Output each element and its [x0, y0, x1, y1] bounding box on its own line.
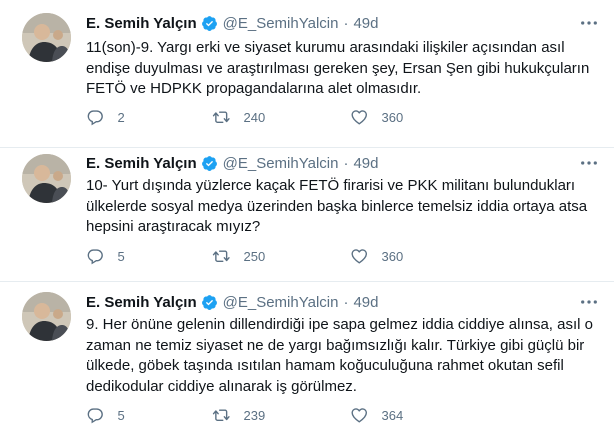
timestamp[interactable]: 49d	[353, 155, 378, 172]
tweet-text-line: 10- Yurt dışında yüzlerce kaçak FETÖ fir…	[86, 177, 576, 194]
like-button[interactable]: 360	[350, 107, 403, 127]
reply-count: 5	[117, 407, 125, 423]
retweet-icon	[212, 409, 230, 421]
reply-button[interactable]: 2	[86, 107, 125, 127]
like-heart-icon	[351, 109, 368, 125]
retweet-button[interactable]: 250	[212, 246, 265, 266]
tweet-text-line: endişe duyulması ve araştırılması gereke…	[86, 59, 590, 77]
author-handle[interactable]: @E_SemihYalcin	[223, 294, 339, 311]
author-name[interactable]: E. Semih Yalçın	[86, 294, 197, 311]
retweet-icon	[212, 250, 230, 262]
like-button[interactable]: 360	[350, 246, 403, 266]
tweet-actions: 5 250 360	[86, 246, 446, 266]
reply-icon	[87, 110, 103, 126]
avatar[interactable]	[22, 292, 71, 341]
timestamp[interactable]: 49d	[353, 15, 378, 32]
like-count: 364	[381, 407, 404, 423]
author-name[interactable]: E. Semih Yalçın	[86, 15, 197, 32]
tweet[interactable]: E. Semih Yalçın @E_SemihYalcin · 49d 9. …	[0, 282, 614, 448]
tweet-text-line: 11(son)-9. Yargı erki ve siyaset kurumu …	[86, 39, 565, 56]
avatar[interactable]	[22, 154, 71, 203]
author-name[interactable]: E. Semih Yalçın	[86, 155, 197, 172]
author-handle[interactable]: @E_SemihYalcin	[223, 15, 339, 32]
separator-dot: ·	[343, 293, 349, 311]
avatar[interactable]	[22, 13, 71, 62]
reply-icon	[87, 408, 103, 424]
retweet-count: 240	[243, 109, 266, 125]
tweet-header: E. Semih Yalçın @E_SemihYalcin · 49d	[86, 153, 379, 173]
retweet-count: 250	[243, 248, 266, 264]
like-heart-icon	[351, 248, 368, 264]
tweet-text-line: FETÖ ve HDPKK propagandalarına alet olma…	[86, 80, 422, 97]
more-horizontal-icon[interactable]	[578, 153, 600, 173]
tweet-header: E. Semih Yalçın @E_SemihYalcin · 49d	[86, 13, 379, 33]
tweet-text-line: zaman ne temiz siyaset ne de yargı bağım…	[86, 336, 585, 354]
more-horizontal-icon[interactable]	[578, 292, 600, 312]
verified-badge-icon	[201, 15, 218, 32]
reply-icon	[87, 249, 103, 265]
reply-button[interactable]: 5	[86, 405, 125, 425]
tweet[interactable]: E. Semih Yalçın @E_SemihYalcin · 49d 11(…	[0, 0, 614, 148]
tweet-header: E. Semih Yalçın @E_SemihYalcin · 49d	[86, 292, 379, 312]
tweet-text-line: ülkelerde sosyal medya üzerinden başka b…	[86, 197, 588, 215]
author-handle[interactable]: @E_SemihYalcin	[223, 155, 339, 172]
like-heart-icon	[351, 407, 368, 423]
more-horizontal-icon[interactable]	[578, 13, 600, 33]
reply-count: 5	[117, 248, 125, 264]
timestamp[interactable]: 49d	[353, 294, 378, 311]
tweet[interactable]: E. Semih Yalçın @E_SemihYalcin · 49d 10-…	[0, 148, 614, 282]
tweet-actions: 2 240 360	[86, 107, 446, 127]
retweet-button[interactable]: 239	[212, 405, 265, 425]
tweet-text: 11(son)-9. Yargı erki ve siyaset kurumu …	[86, 38, 606, 100]
tweet-text: 9. Her önüne gelenin dillendirdiği ipe s…	[86, 315, 606, 397]
like-count: 360	[381, 248, 404, 264]
tweet-text: 10- Yurt dışında yüzlerce kaçak FETÖ fir…	[86, 176, 606, 238]
tweet-actions: 5 239 364	[86, 405, 446, 425]
tweet-text-line: ülkede, göbek taşında ısıtılan hamam koğ…	[86, 357, 564, 374]
tweet-text-line: hepsini araştıracak mıyız?	[86, 218, 261, 235]
like-count: 360	[381, 109, 404, 125]
retweet-button[interactable]: 240	[212, 107, 265, 127]
tweet-text-line: 9. Her önüne gelenin dillendirdiği ipe s…	[86, 316, 593, 333]
reply-count: 2	[117, 109, 125, 125]
verified-badge-icon	[201, 155, 218, 172]
reply-button[interactable]: 5	[86, 246, 125, 266]
tweet-text-line: dedikodular ciddiye alınarak iş görülmez…	[86, 377, 357, 395]
separator-dot: ·	[343, 154, 349, 172]
retweet-count: 239	[243, 407, 266, 423]
separator-dot: ·	[343, 14, 349, 32]
retweet-icon	[212, 111, 230, 123]
like-button[interactable]: 364	[350, 405, 403, 425]
verified-badge-icon	[201, 294, 218, 311]
